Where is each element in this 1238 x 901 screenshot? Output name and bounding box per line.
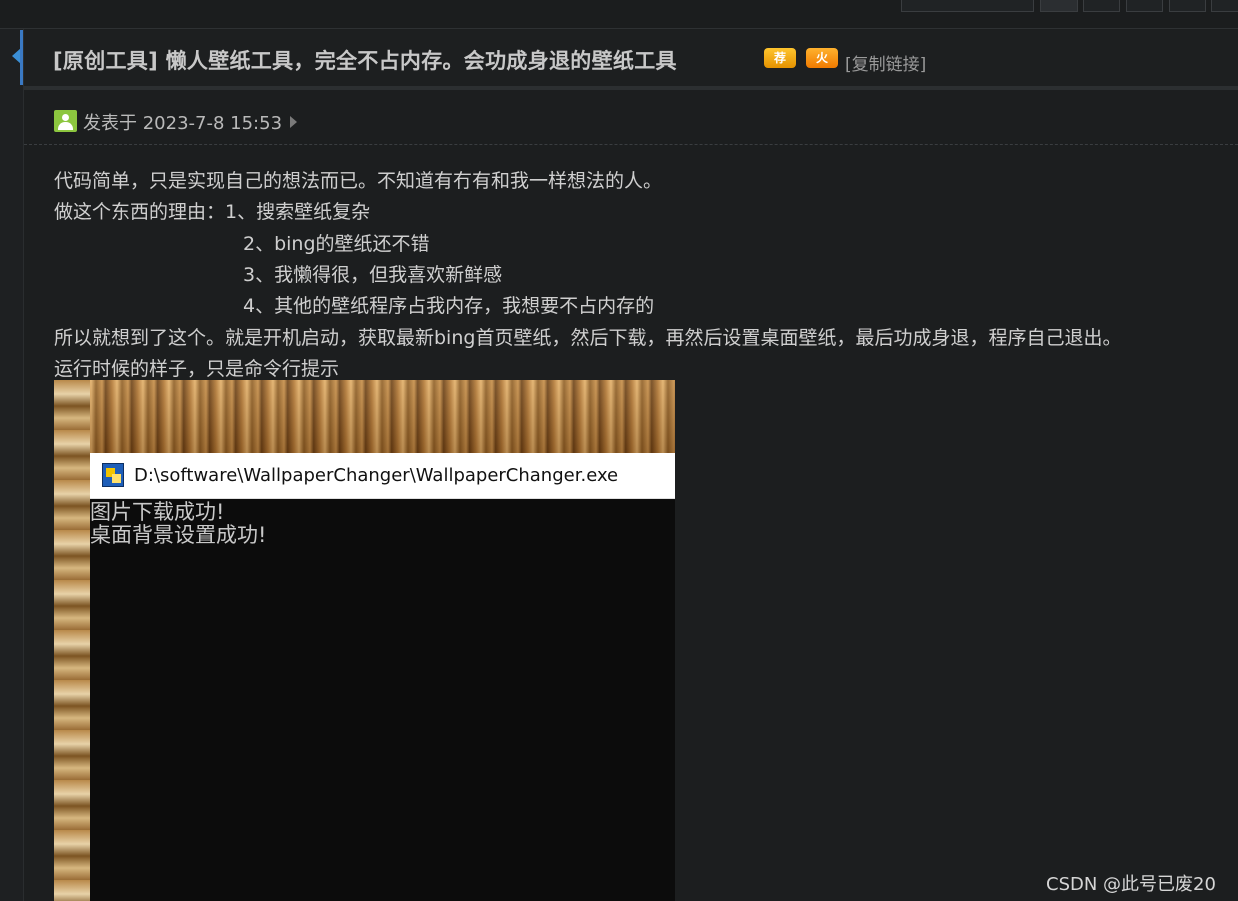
console-output-line: 图片下载成功! [90,500,225,524]
recommend-badge-icon: 荐 [764,48,796,68]
toolbar-button[interactable] [1040,0,1078,12]
author-avatar-icon[interactable] [54,110,77,132]
title-accent-bar [20,30,23,85]
hot-badge-icon: 火 [806,48,838,68]
toolbar-button[interactable] [901,0,1034,12]
toolbar-button[interactable] [1169,0,1206,12]
wallpaper-background [54,380,90,901]
post-text-line: 2、bing的壁纸还不错 [243,233,430,255]
expand-arrow-icon[interactable] [290,116,297,128]
meta-divider [24,144,1238,145]
post-text-line: 3、我懒得很，但我喜欢新鲜感 [243,264,503,286]
console-output-line: 桌面背景设置成功! [90,523,267,547]
watermark: CSDN @此号已废20 [1046,874,1216,895]
post-date: 发表于 2023-7-8 15:53 [83,113,283,134]
copy-link[interactable]: [复制链接] [845,50,926,75]
console-title: D:\software\WallpaperChanger\WallpaperCh… [134,465,619,486]
application-icon [102,463,124,487]
thread-title: [原创工具] 懒人壁纸工具，完全不占内存。会功成身退的壁纸工具 [53,49,677,73]
post-screenshot-image: D:\software\WallpaperChanger\WallpaperCh… [54,380,675,901]
top-toolbar [0,0,1238,29]
left-gutter [0,29,24,901]
title-divider [24,86,1238,90]
post-text-line: 所以就想到了这个。就是开机启动，获取最新bing首页壁纸，然后下载，再然后设置桌… [54,327,1122,349]
toolbar-button[interactable] [1126,0,1163,12]
post-text-line: 做这个东西的理由：1、搜索壁纸复杂 [54,201,371,223]
post-text-line: 4、其他的壁纸程序占我内存，我想要不占内存的 [243,295,655,317]
post-text-line: 运行时候的样子，只是命令行提示 [54,358,340,380]
toolbar-button[interactable] [1083,0,1120,12]
console-title-bar: D:\software\WallpaperChanger\WallpaperCh… [90,453,675,499]
toolbar-button[interactable] [1211,0,1238,12]
post-text-line: 代码简单，只是实现自己的想法而已。不知道有冇有和我一样想法的人。 [54,170,663,192]
